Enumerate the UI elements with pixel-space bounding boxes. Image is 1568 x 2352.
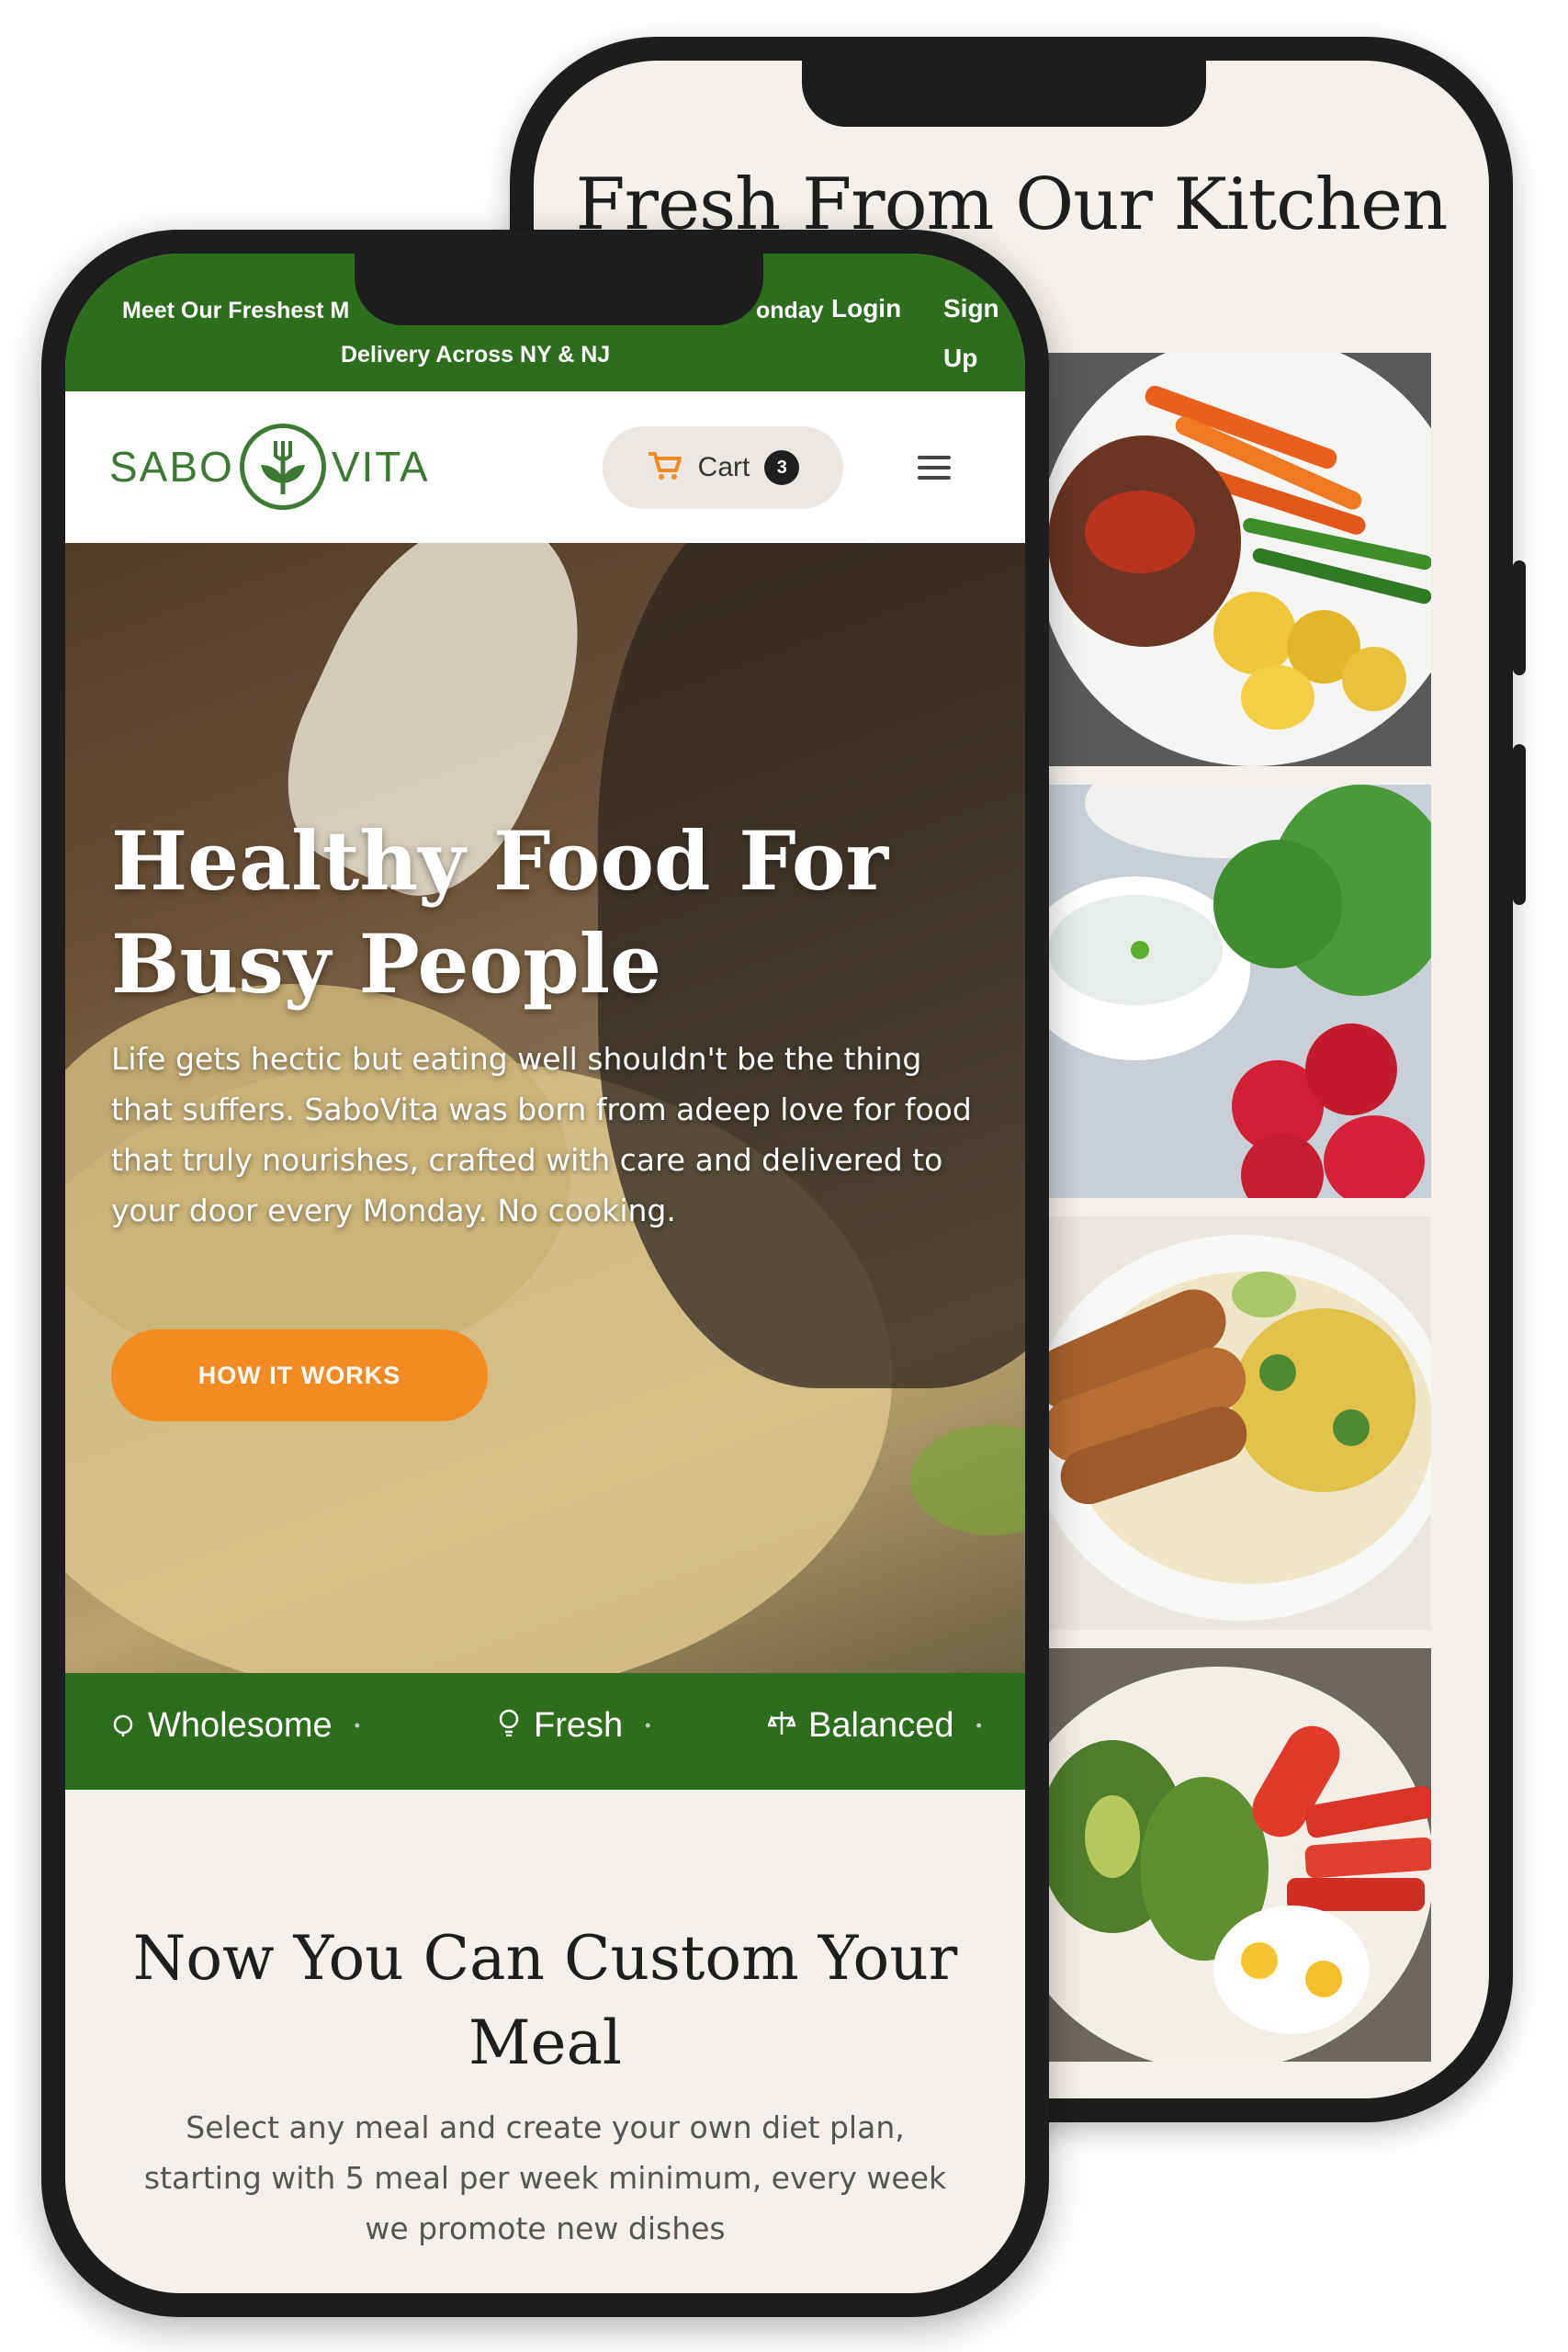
custom-meal-title: Now You Can Custom Your Meal bbox=[132, 1923, 958, 2078]
phone-side-button bbox=[1513, 744, 1526, 905]
feature-ticker: Wholesome • Fresh • Balanced • bbox=[65, 1673, 1025, 1790]
signup-link[interactable]: Sign bbox=[943, 294, 999, 323]
food-image-avocado-eggs[interactable] bbox=[1030, 1648, 1431, 2062]
ticker-item: Wholesome • bbox=[111, 1706, 360, 1746]
logo-text: VITA bbox=[331, 443, 430, 491]
hero-title: Healthy Food For Busy People bbox=[111, 813, 888, 1012]
custom-meal-description: Select any meal and create your own diet… bbox=[143, 2109, 947, 2246]
cart-icon bbox=[647, 450, 683, 485]
login-link[interactable]: Login bbox=[831, 294, 901, 323]
food-image-yogurt-radish[interactable] bbox=[1030, 785, 1431, 1198]
phone-notch bbox=[802, 61, 1206, 127]
hero-section: Healthy Food For Busy People Life gets h… bbox=[65, 543, 1025, 1673]
balance-icon bbox=[767, 1706, 796, 1746]
brand-logo[interactable]: SABO VITA bbox=[109, 424, 430, 510]
cart-button[interactable]: Cart 3 bbox=[603, 426, 843, 509]
front-phone-mockup: Meet Our Freshest M onday Delivery Acros… bbox=[41, 230, 1049, 2317]
phone-notch bbox=[355, 254, 763, 325]
announcement-text: Delivery Across NY & NJ bbox=[341, 342, 611, 368]
announcement-text: onday bbox=[756, 298, 824, 323]
announcement-text: Meet Our Freshest M bbox=[122, 298, 350, 323]
hamburger-menu-icon[interactable] bbox=[918, 456, 951, 480]
phone-side-button bbox=[1513, 560, 1526, 675]
site-header: SABO VITA Cart 3 bbox=[65, 391, 1025, 543]
leaf-icon bbox=[111, 1706, 135, 1746]
logo-text: SABO bbox=[109, 443, 234, 491]
food-image-chicken-corn[interactable] bbox=[1030, 1216, 1431, 1630]
bulb-icon bbox=[497, 1706, 521, 1746]
cart-count-badge: 3 bbox=[764, 450, 800, 485]
food-gallery bbox=[1030, 353, 1431, 2080]
fork-leaf-icon bbox=[239, 424, 326, 510]
food-image-steak-plate[interactable] bbox=[1030, 353, 1431, 766]
signup-link[interactable]: Up bbox=[943, 344, 977, 373]
how-it-works-button[interactable]: HOW IT WORKS bbox=[111, 1329, 488, 1421]
ticker-item: Balanced • bbox=[767, 1706, 982, 1746]
ticker-item: Fresh • bbox=[497, 1706, 650, 1746]
front-phone-screen: Meet Our Freshest M onday Delivery Acros… bbox=[65, 254, 1025, 2293]
cart-label: Cart bbox=[697, 452, 750, 482]
hero-description: Life gets hectic but eating well shouldn… bbox=[111, 1041, 972, 1228]
